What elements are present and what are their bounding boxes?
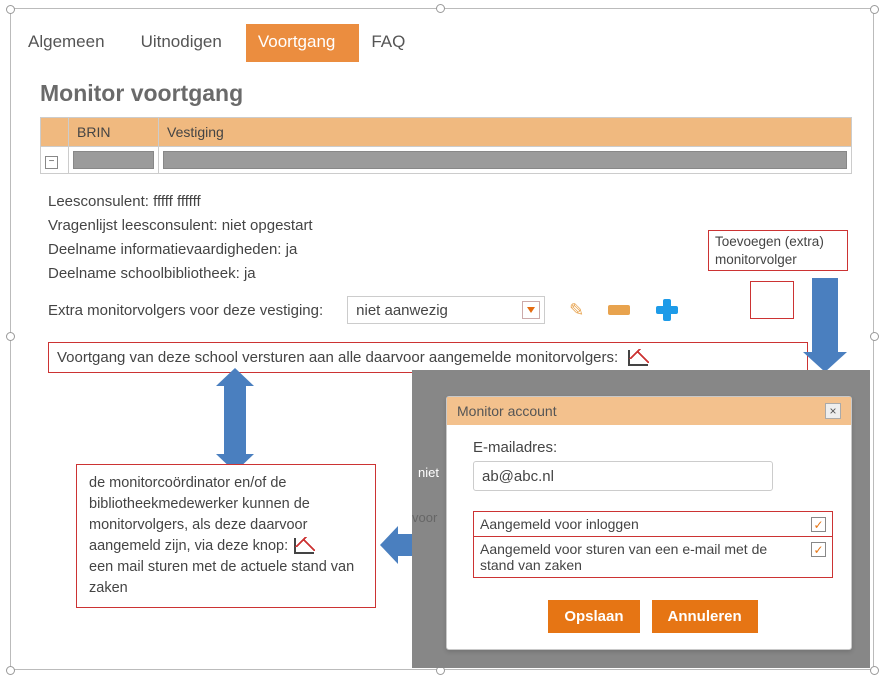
chart-icon-inline xyxy=(294,538,314,554)
checkbox-checked-icon[interactable]: ✓ xyxy=(811,542,826,557)
checkbox-checked-icon[interactable]: ✓ xyxy=(811,517,826,532)
cancel-button[interactable]: Annuleren xyxy=(652,600,758,633)
resize-handle-tl[interactable] xyxy=(6,5,15,14)
explain-text-prefix: de monitorcoördinator en/of de bibliothe… xyxy=(89,475,310,554)
email-label: E-mailadres: xyxy=(473,439,557,456)
extra-label: Extra monitorvolgers voor deze vestiging… xyxy=(48,302,323,319)
highlight-add-box xyxy=(750,281,794,319)
monitorvolgers-dropdown[interactable]: niet aanwezig xyxy=(347,296,545,324)
checkbox-inloggen-label: Aangemeld voor inloggen xyxy=(480,516,639,532)
resize-handle-br[interactable] xyxy=(870,666,879,675)
resize-handle-bl[interactable] xyxy=(6,666,15,675)
table-row: − xyxy=(41,147,852,174)
bg-strip-voor: voor xyxy=(412,510,437,525)
resize-handle-top[interactable] xyxy=(436,4,445,13)
tab-uitnodigen[interactable]: Uitnodigen xyxy=(129,24,246,62)
dialog-titlebar: Monitor account × xyxy=(447,397,851,425)
tab-algemeen[interactable]: Algemeen xyxy=(16,24,129,62)
tab-faq[interactable]: FAQ xyxy=(359,24,429,62)
send-progress-row: Voortgang van deze school versturen aan … xyxy=(48,342,808,373)
edit-icon[interactable]: ✎ xyxy=(569,300,584,321)
checkbox-inloggen-row[interactable]: Aangemeld voor inloggen ✓ xyxy=(473,511,833,537)
send-progress-icon[interactable] xyxy=(628,350,648,366)
checkbox-email-label: Aangemeld voor sturen van een e-mail met… xyxy=(480,541,780,573)
tab-bar: Algemeen Uitnodigen Voortgang FAQ xyxy=(16,24,866,62)
resize-handle-left[interactable] xyxy=(6,332,15,341)
resize-handle-tr[interactable] xyxy=(870,5,879,14)
remove-icon[interactable] xyxy=(608,305,630,315)
meta-leesconsulent: Leesconsulent: fffff ffffff xyxy=(48,190,852,214)
col-toggle xyxy=(41,118,69,147)
close-icon[interactable]: × xyxy=(825,403,841,419)
resize-handle-right[interactable] xyxy=(870,332,879,341)
tab-voortgang[interactable]: Voortgang xyxy=(246,24,360,62)
chevron-down-icon xyxy=(527,307,535,313)
callout-add-label: Toevoegen (extra) monitorvolger xyxy=(708,230,848,271)
dropdown-value: niet aanwezig xyxy=(356,302,448,319)
bg-strip-niet: niet xyxy=(414,463,443,482)
page-title: Monitor voortgang xyxy=(40,80,852,107)
arrow-down-icon xyxy=(812,278,838,354)
send-progress-label: Voortgang van deze school versturen aan … xyxy=(57,349,618,366)
checkbox-email-row[interactable]: Aangemeld voor sturen van een e-mail met… xyxy=(473,536,833,578)
save-button[interactable]: Opslaan xyxy=(548,600,639,633)
explain-text-suffix: een mail sturen met de actuele stand van… xyxy=(89,559,354,596)
vestiging-table: BRIN Vestiging − xyxy=(40,117,852,174)
arrow-bi-vertical-icon xyxy=(224,384,246,456)
dropdown-button[interactable] xyxy=(522,301,540,319)
add-icon[interactable] xyxy=(654,297,680,323)
email-field[interactable] xyxy=(473,461,773,491)
vestiging-field[interactable] xyxy=(163,151,847,169)
brin-field[interactable] xyxy=(73,151,154,169)
monitor-account-dialog: Monitor account × E-mailadres: Aangemeld… xyxy=(446,396,852,650)
explain-box: de monitorcoördinator en/of de bibliothe… xyxy=(76,464,376,608)
col-vestiging: Vestiging xyxy=(159,118,852,147)
collapse-icon[interactable]: − xyxy=(45,156,58,169)
col-brin: BRIN xyxy=(69,118,159,147)
dialog-title: Monitor account xyxy=(457,403,557,419)
